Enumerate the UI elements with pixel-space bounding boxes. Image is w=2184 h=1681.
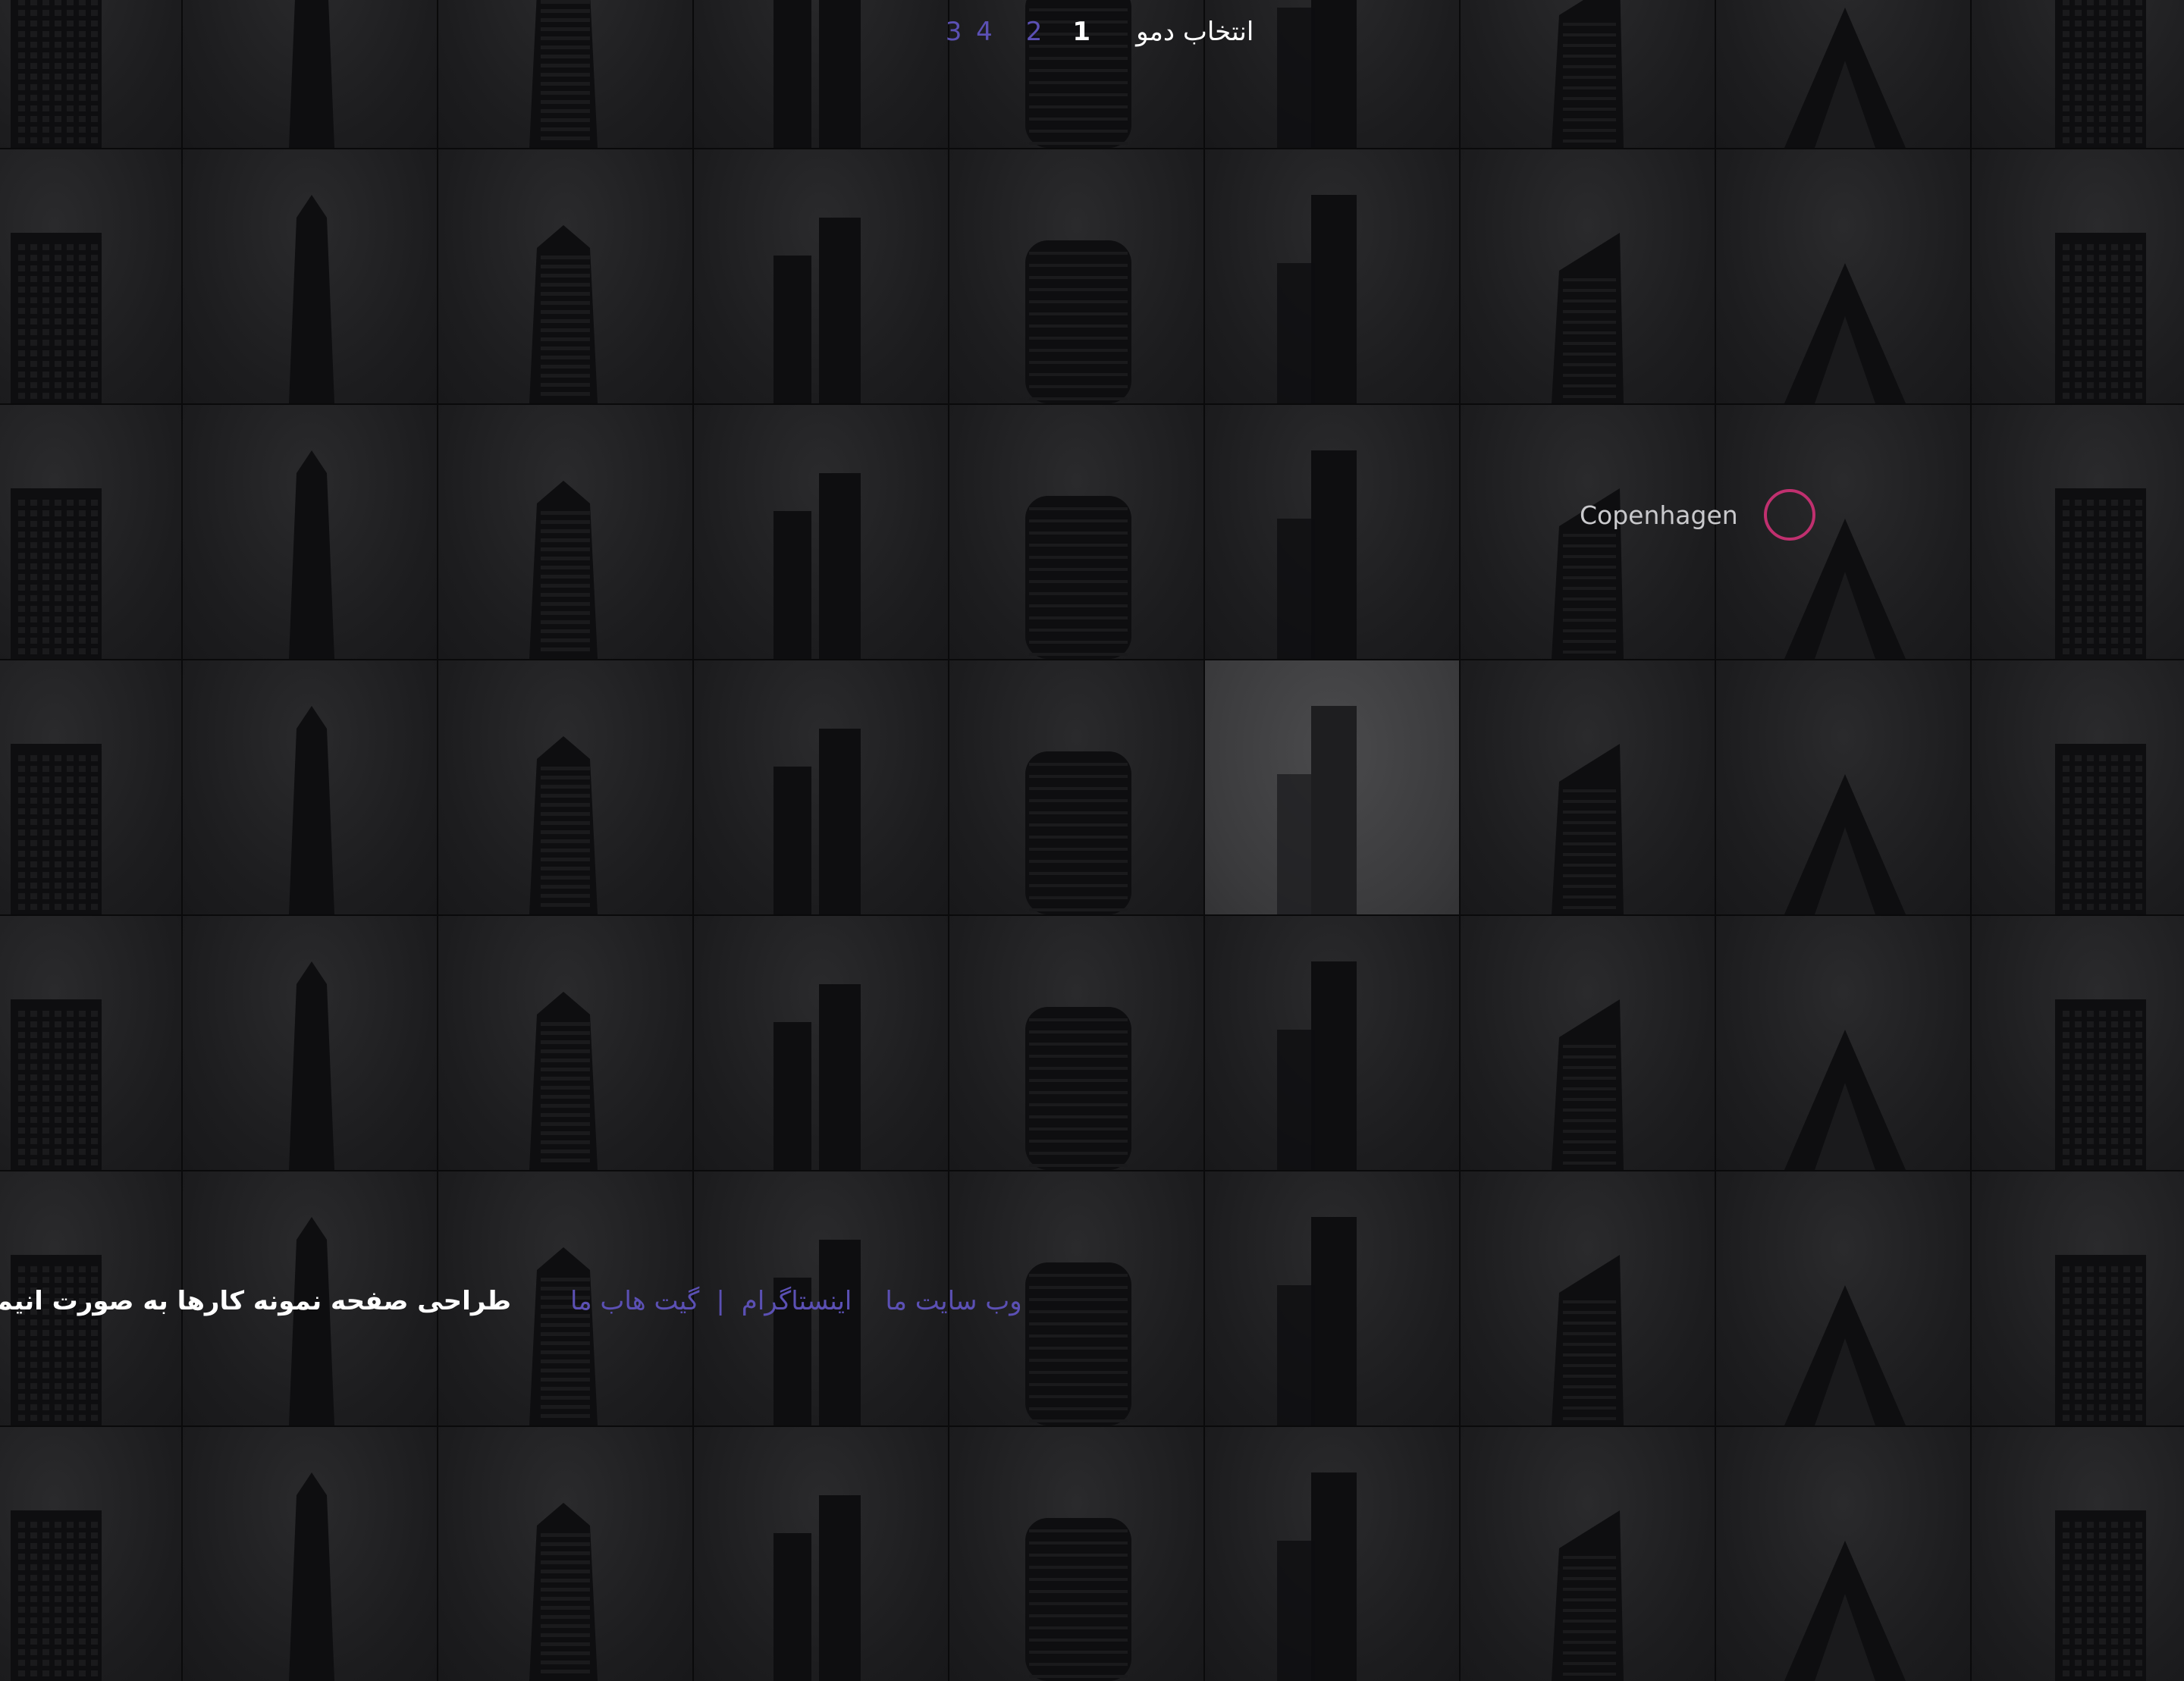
portfolio-grid xyxy=(0,0,2184,1681)
portfolio-tile[interactable] xyxy=(1716,149,1970,403)
portfolio-tile[interactable] xyxy=(1205,405,1459,659)
portfolio-tile[interactable] xyxy=(438,405,692,659)
footer-link-website[interactable]: وب سایت ما xyxy=(885,1286,1021,1316)
portfolio-tile[interactable] xyxy=(438,149,692,403)
portfolio-tile[interactable] xyxy=(1716,916,1970,1170)
demo-selector: انتخاب دمو 1 2 4 3 xyxy=(0,17,2184,47)
portfolio-tile[interactable] xyxy=(694,660,948,914)
portfolio-tile[interactable] xyxy=(949,660,1203,914)
portfolio-tile[interactable] xyxy=(1716,405,1970,659)
portfolio-tile[interactable] xyxy=(1205,1427,1459,1681)
portfolio-tile[interactable] xyxy=(1972,149,2184,403)
portfolio-tile[interactable] xyxy=(1461,916,1715,1170)
portfolio-tile[interactable] xyxy=(1461,1427,1715,1681)
portfolio-tile[interactable] xyxy=(1461,149,1715,403)
portfolio-tile[interactable] xyxy=(1205,916,1459,1170)
portfolio-tile[interactable] xyxy=(694,149,948,403)
portfolio-tile[interactable] xyxy=(1972,1427,2184,1681)
portfolio-tile[interactable] xyxy=(1716,1171,1970,1425)
portfolio-tile[interactable] xyxy=(183,660,437,914)
portfolio-tile[interactable] xyxy=(1972,916,2184,1170)
portfolio-tile[interactable] xyxy=(1972,1171,2184,1425)
portfolio-tile[interactable] xyxy=(949,916,1203,1170)
footer-link-github[interactable]: گیت هاب ما xyxy=(570,1286,699,1316)
portfolio-tile[interactable] xyxy=(694,916,948,1170)
portfolio-tile[interactable] xyxy=(0,405,181,659)
portfolio-tile[interactable] xyxy=(438,916,692,1170)
portfolio-tile[interactable] xyxy=(1972,405,2184,659)
page-link-3-4[interactable]: 4 3 xyxy=(946,17,996,47)
footer-title: طراحی صفحه نمونه کارها به صورت انیمیشنی xyxy=(0,1286,511,1316)
portfolio-tile[interactable] xyxy=(0,149,181,403)
portfolio-tile[interactable] xyxy=(1205,149,1459,403)
portfolio-tile[interactable] xyxy=(1716,1427,1970,1681)
portfolio-tile[interactable] xyxy=(0,660,181,914)
footer-links: وب سایت ما اینستاگرام | گیت هاب ما xyxy=(570,1286,1022,1316)
portfolio-tile[interactable] xyxy=(949,149,1203,403)
portfolio-tile[interactable] xyxy=(949,1427,1203,1681)
footer-separator: | xyxy=(716,1286,725,1316)
portfolio-tile[interactable] xyxy=(694,1427,948,1681)
portfolio-tile[interactable] xyxy=(1461,405,1715,659)
portfolio-tile[interactable] xyxy=(1205,660,1459,914)
cursor-ring-icon xyxy=(1764,489,1815,541)
portfolio-tile[interactable] xyxy=(183,149,437,403)
demo-selector-title: انتخاب دمو xyxy=(1136,17,1254,47)
portfolio-tile[interactable] xyxy=(1461,660,1715,914)
portfolio-tile[interactable] xyxy=(1205,1171,1459,1425)
portfolio-tile[interactable] xyxy=(183,405,437,659)
portfolio-tile[interactable] xyxy=(183,1427,437,1681)
portfolio-tile[interactable] xyxy=(1972,660,2184,914)
portfolio-tile[interactable] xyxy=(183,916,437,1170)
portfolio-tile[interactable] xyxy=(1461,1171,1715,1425)
footer-title-bar: طراحی صفحه نمونه کارها به صورت انیمیشنی xyxy=(0,1286,511,1316)
portfolio-tile[interactable] xyxy=(438,660,692,914)
portfolio-tile[interactable] xyxy=(1716,660,1970,914)
portfolio-tile[interactable] xyxy=(694,405,948,659)
page-link-1[interactable]: 1 xyxy=(1072,17,1090,47)
portfolio-tile[interactable] xyxy=(949,405,1203,659)
portfolio-tile[interactable] xyxy=(438,1427,692,1681)
footer-link-instagram[interactable]: اینستاگرام xyxy=(742,1286,852,1316)
hover-city-label: Copenhagen xyxy=(1580,500,1738,530)
page-link-2[interactable]: 2 xyxy=(1026,17,1043,47)
portfolio-tile[interactable] xyxy=(0,1427,181,1681)
portfolio-tile[interactable] xyxy=(0,916,181,1170)
